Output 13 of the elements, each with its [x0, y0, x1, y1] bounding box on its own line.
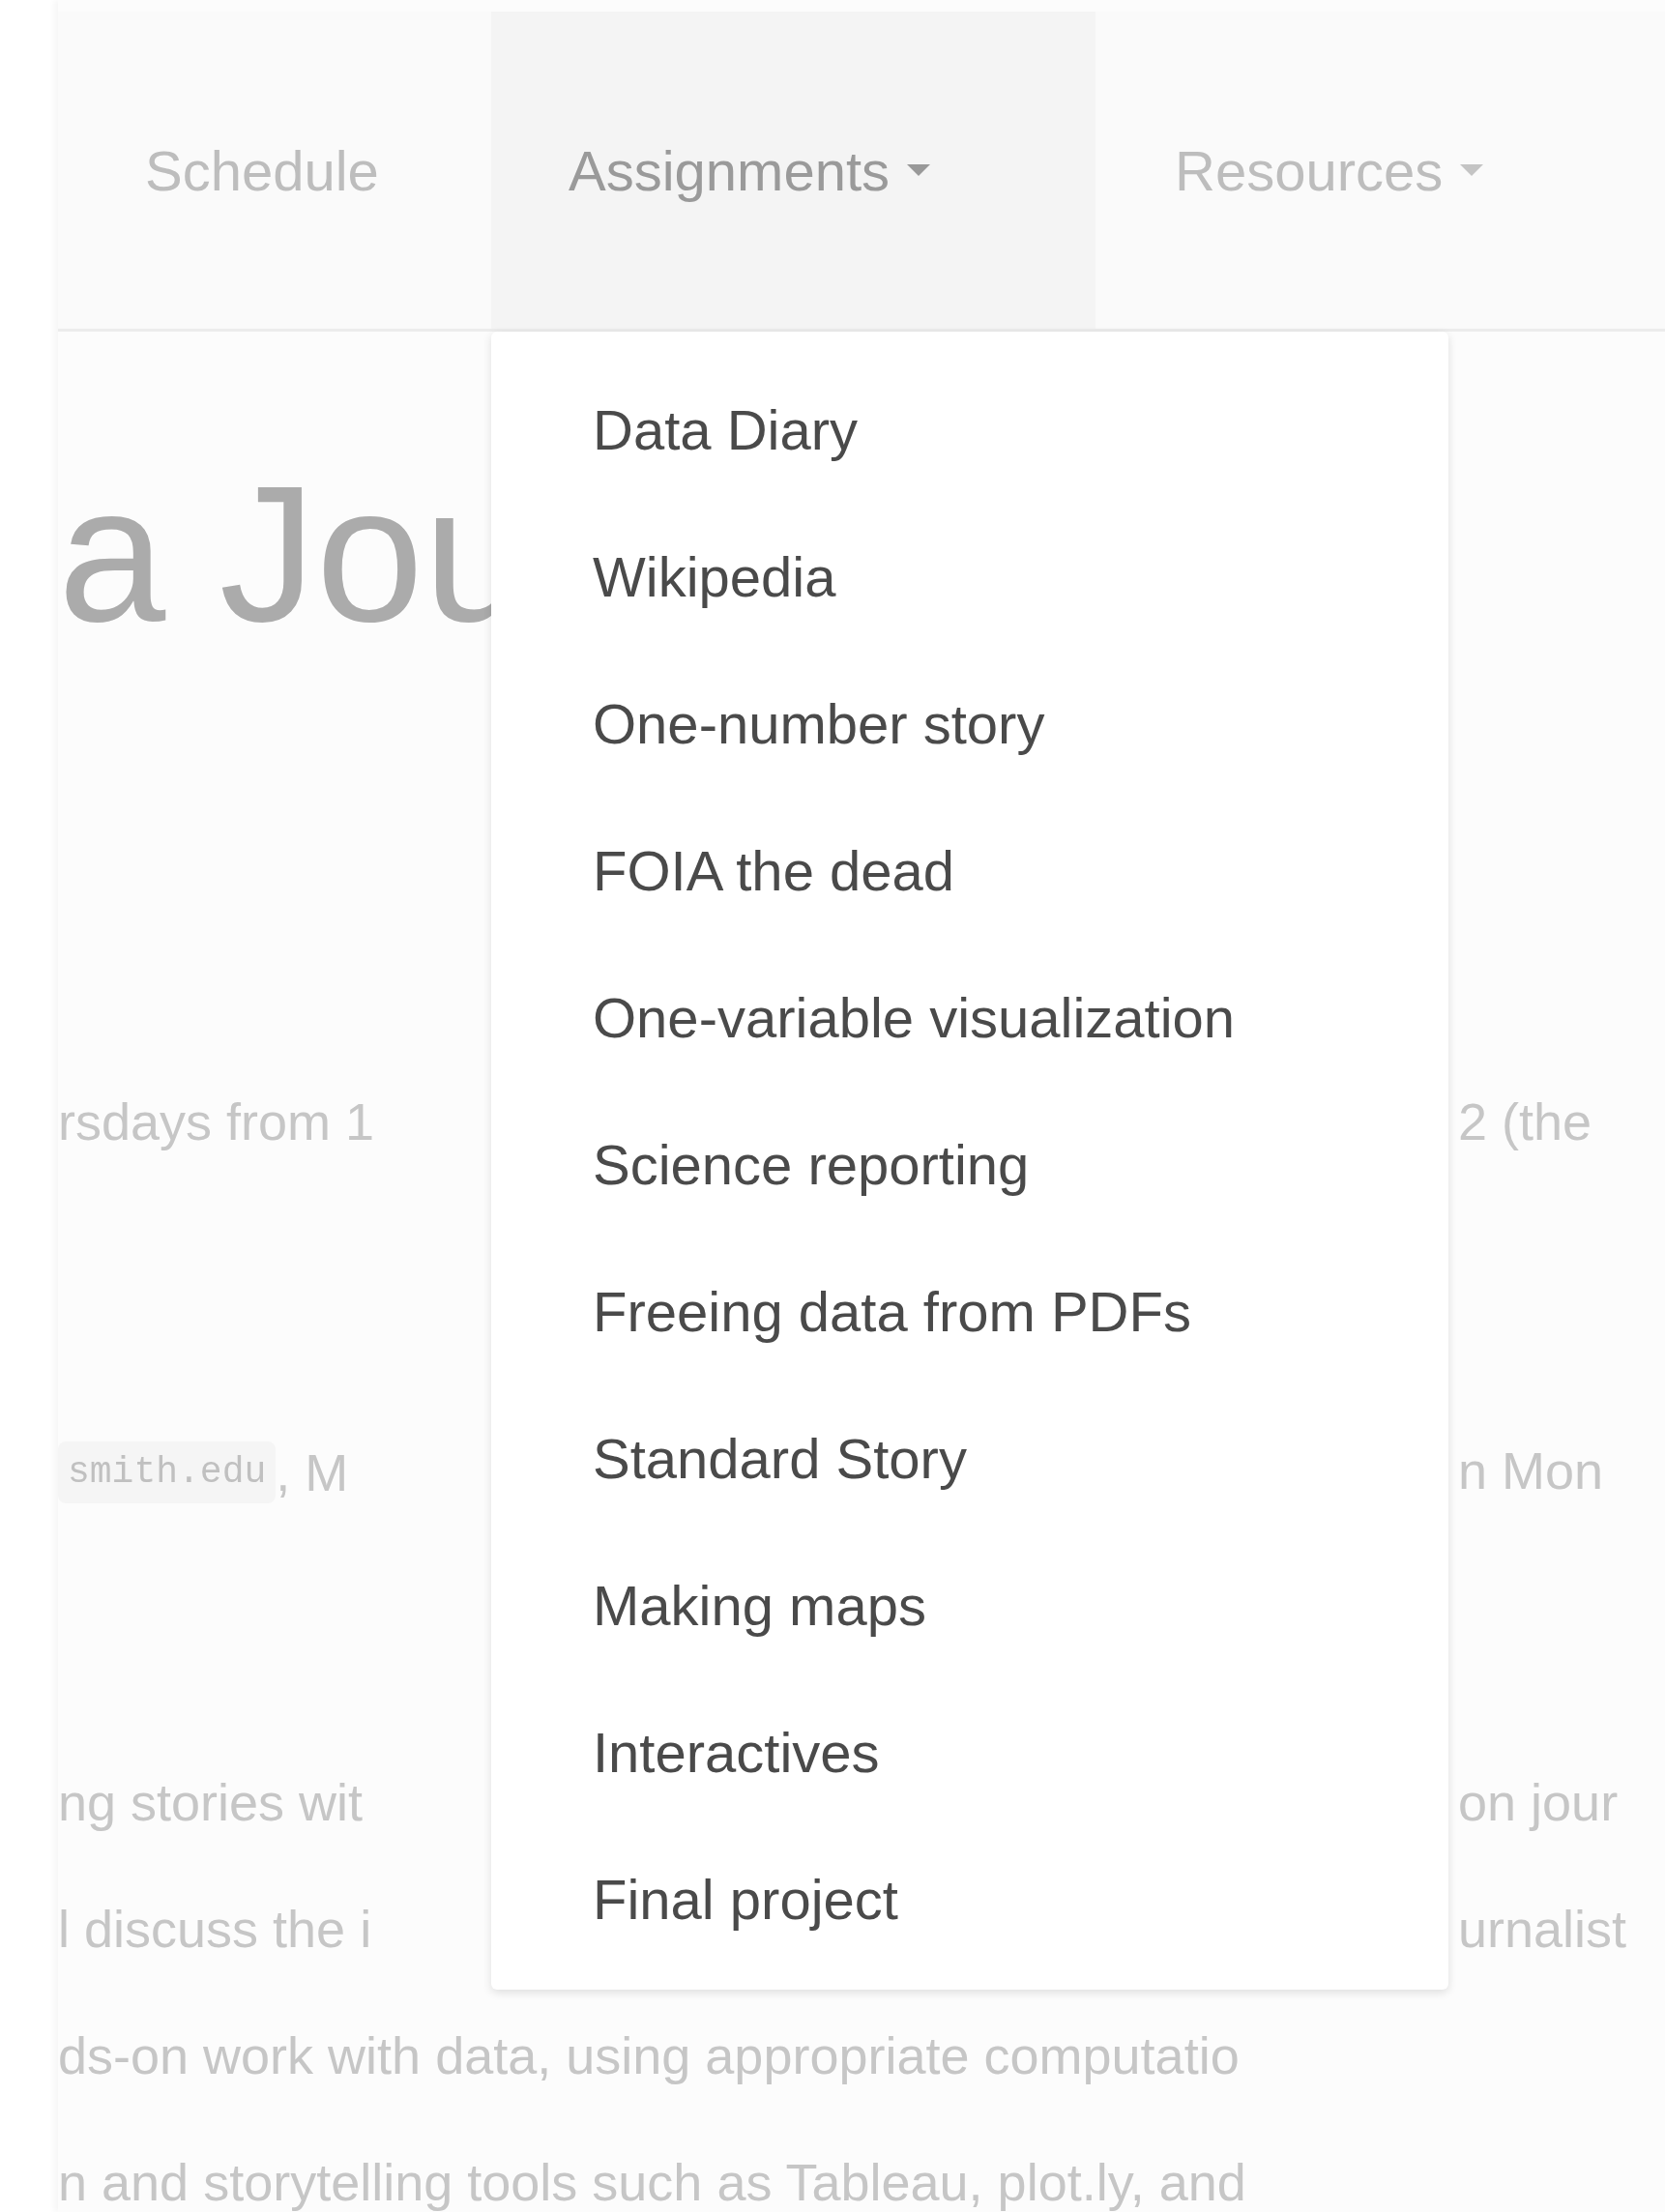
- menu-item[interactable]: One-number story: [491, 651, 1448, 798]
- menu-item[interactable]: Interactives: [491, 1679, 1448, 1826]
- menu-item[interactable]: Data Diary: [491, 357, 1448, 504]
- menu-item[interactable]: One-variable visualization: [491, 945, 1448, 1091]
- caret-icon: [907, 164, 931, 176]
- menu-item[interactable]: Freeing data from PDFs: [491, 1238, 1448, 1385]
- menu-item[interactable]: Standard Story: [491, 1385, 1448, 1532]
- menu-item[interactable]: Wikipedia: [491, 504, 1448, 651]
- menu-item[interactable]: Science reporting: [491, 1091, 1448, 1238]
- menu-item[interactable]: FOIA the dead: [491, 798, 1448, 945]
- menu-item[interactable]: Final project: [491, 1826, 1448, 1973]
- caret-icon: [1460, 164, 1484, 176]
- menu-item[interactable]: Making maps: [491, 1532, 1448, 1679]
